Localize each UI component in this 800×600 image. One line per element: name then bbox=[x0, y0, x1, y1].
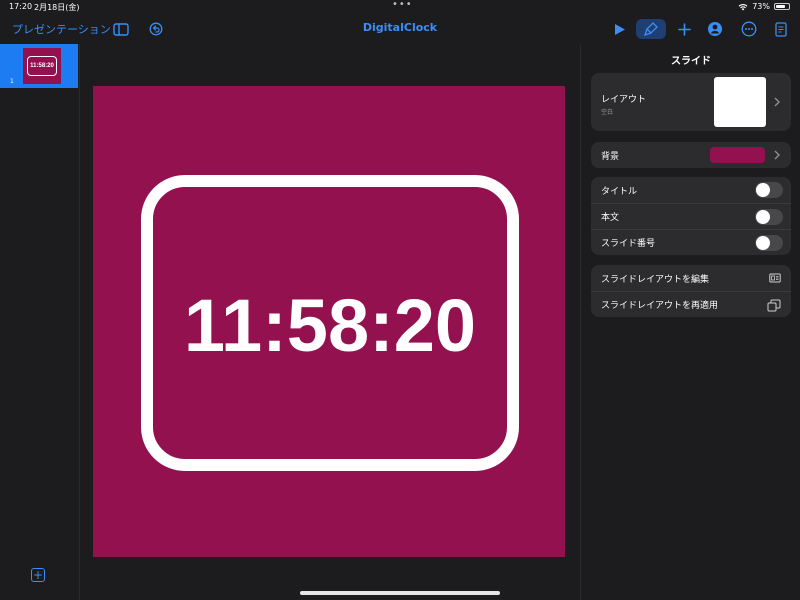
battery-percent: 73% bbox=[752, 2, 770, 11]
add-slide-button[interactable]: + bbox=[31, 568, 45, 582]
thumbnail-clock-frame: 11:58:20 bbox=[27, 56, 57, 76]
presentations-back-link[interactable]: プレゼンテーション bbox=[12, 21, 111, 37]
reapply-slide-layout-label: スライドレイアウトを再適用 bbox=[601, 301, 719, 311]
home-indicator[interactable] bbox=[300, 591, 500, 595]
chevron-right-icon bbox=[774, 150, 780, 160]
status-time: 17:20 bbox=[9, 2, 33, 11]
wifi-icon bbox=[738, 3, 748, 10]
person-circle-icon bbox=[708, 22, 722, 36]
undo-button[interactable] bbox=[145, 18, 167, 40]
layout-value: 空白 bbox=[601, 109, 614, 116]
toolbar: プレゼンテーション DigitalClock bbox=[0, 14, 800, 44]
toggle-knob bbox=[756, 210, 770, 224]
layout-actions-group: スライドレイアウトを編集 スライドレイアウトを再適用 bbox=[591, 265, 791, 317]
ellipsis-circle-icon bbox=[741, 21, 757, 37]
format-inspector: スライド レイアウト 空白 背景 タイトル 本文 スライド番号 スライドレイアウ… bbox=[580, 44, 800, 600]
layout-edit-icon bbox=[769, 273, 781, 283]
plus-icon bbox=[677, 22, 691, 36]
body-toggle-row: 本文 bbox=[591, 203, 791, 229]
edit-slide-layout-row[interactable]: スライドレイアウトを編集 bbox=[591, 265, 791, 291]
multitasking-dots-icon[interactable]: ••• bbox=[392, 0, 413, 10]
add-slide-plus-icon: + bbox=[32, 568, 44, 582]
slide-thumbnail-row[interactable]: 1 11:58:20 bbox=[0, 44, 78, 88]
document-button[interactable] bbox=[770, 18, 792, 40]
title-toggle-label: タイトル bbox=[601, 186, 638, 197]
play-button[interactable] bbox=[609, 18, 631, 40]
status-date: 2月18日(金) bbox=[34, 3, 80, 12]
battery-fill bbox=[776, 5, 785, 8]
background-label: 背景 bbox=[601, 151, 620, 162]
background-row[interactable]: 背景 bbox=[591, 142, 791, 168]
layout-label: レイアウト bbox=[601, 95, 647, 105]
more-button[interactable] bbox=[738, 18, 760, 40]
layout-preview bbox=[714, 77, 766, 127]
layout-row[interactable]: レイアウト 空白 bbox=[591, 73, 791, 131]
document-title[interactable]: DigitalClock bbox=[340, 21, 460, 34]
slide-canvas: 11:58:20 bbox=[80, 44, 580, 600]
layout-group: レイアウト 空白 bbox=[591, 73, 791, 131]
undo-icon bbox=[149, 22, 163, 36]
slide-navigator: 1 11:58:20 + bbox=[0, 44, 80, 600]
slide-number-toggle-row: スライド番号 bbox=[591, 229, 791, 255]
chevron-right-icon bbox=[774, 97, 780, 107]
background-group: 背景 bbox=[591, 142, 791, 168]
battery-icon bbox=[774, 3, 790, 10]
clock-frame-shape[interactable]: 11:58:20 bbox=[141, 175, 519, 471]
title-toggle[interactable] bbox=[755, 182, 783, 198]
slide-number: 1 bbox=[10, 78, 14, 85]
edit-slide-layout-label: スライドレイアウトを編集 bbox=[601, 274, 710, 285]
toggle-knob bbox=[756, 236, 770, 250]
body-toggle[interactable] bbox=[755, 209, 783, 225]
status-bar: 17:20 2月18日(金) ••• 73% bbox=[0, 0, 800, 14]
reapply-layout-icon bbox=[767, 299, 781, 312]
navigator-toggle-button[interactable] bbox=[110, 18, 132, 40]
inspector-title: スライド bbox=[671, 56, 711, 67]
keynote-screen: 17:20 2月18日(金) ••• 73% プレゼンテーション Digital… bbox=[0, 0, 800, 600]
toggles-group: タイトル 本文 スライド番号 bbox=[591, 177, 791, 255]
sidebar-icon bbox=[113, 22, 129, 36]
slide-thumbnail[interactable]: 11:58:20 bbox=[23, 48, 61, 84]
document-icon bbox=[775, 21, 787, 37]
collaborate-button[interactable] bbox=[704, 18, 726, 40]
slide-number-toggle-label: スライド番号 bbox=[601, 239, 656, 249]
play-icon bbox=[615, 23, 625, 35]
paintbrush-icon bbox=[644, 22, 658, 36]
title-toggle-row: タイトル bbox=[591, 177, 791, 203]
reapply-slide-layout-row[interactable]: スライドレイアウトを再適用 bbox=[591, 291, 791, 317]
clock-text[interactable]: 11:58:20 bbox=[184, 283, 476, 368]
background-color-swatch[interactable] bbox=[710, 147, 765, 163]
slide[interactable]: 11:58:20 bbox=[93, 86, 565, 557]
status-right: 73% bbox=[738, 2, 790, 11]
slide-number-toggle[interactable] bbox=[755, 235, 783, 251]
body-toggle-label: 本文 bbox=[601, 213, 620, 223]
thumbnail-clock-text: 11:58:20 bbox=[30, 63, 54, 69]
insert-button[interactable] bbox=[673, 18, 695, 40]
toggle-knob bbox=[756, 183, 770, 197]
format-button[interactable] bbox=[636, 19, 666, 39]
